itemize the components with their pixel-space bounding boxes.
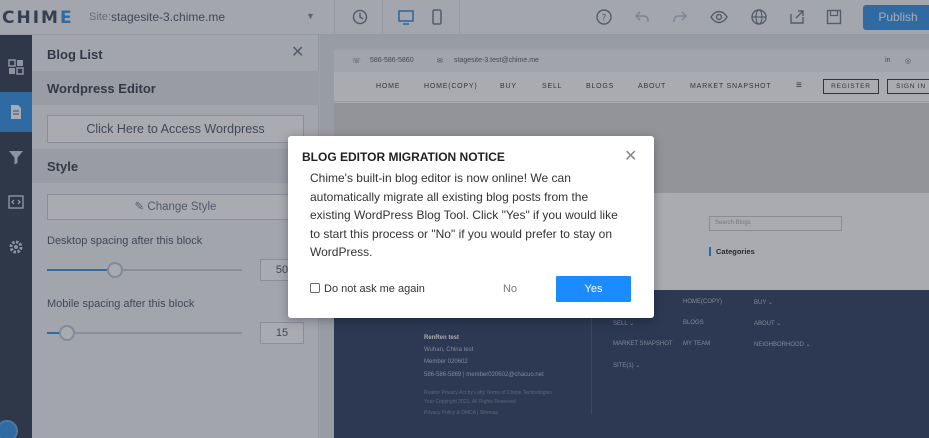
- do-not-ask-checkbox[interactable]: Do not ask me again: [310, 283, 425, 295]
- dialog-title: BLOG EDITOR MIGRATION NOTICE: [302, 150, 505, 164]
- checkbox-box[interactable]: [310, 283, 320, 293]
- yes-button[interactable]: Yes: [556, 276, 631, 302]
- dialog-message: Chime's built-in blog editor is now onli…: [310, 171, 618, 259]
- migration-notice-dialog: BLOG EDITOR MIGRATION NOTICE ✕ Chime's b…: [288, 136, 654, 318]
- close-icon[interactable]: ✕: [624, 149, 637, 165]
- no-button[interactable]: No: [485, 276, 535, 302]
